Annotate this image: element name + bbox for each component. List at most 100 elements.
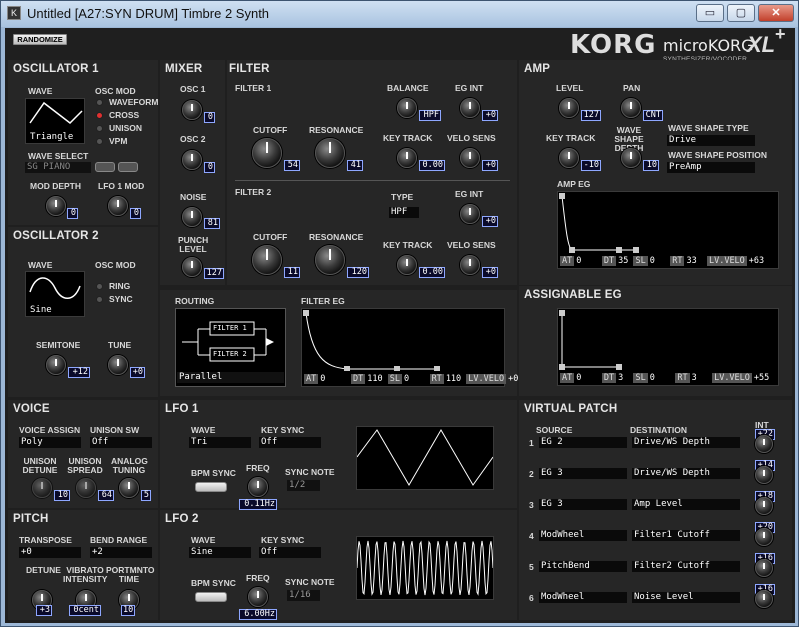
lfo1-sync-note-value[interactable]: 1/2 [287,480,320,491]
f2-resonance-knob[interactable] [315,245,345,275]
amp-level-knob[interactable] [559,98,579,118]
vp-row-int-knob[interactable] [755,497,773,515]
lfo1-mod-knob[interactable] [108,196,128,216]
osc1-mod-unison-label: UNISON [109,123,143,133]
semitone-knob[interactable] [46,355,66,375]
osc1-mod-cross-radio[interactable] [96,112,103,119]
osc2-wave-display[interactable]: Sine [25,271,85,317]
filter-eg-sl: 0 [403,374,410,384]
vp-row-source[interactable]: PitchBend [539,561,627,572]
osc2-mod-sync-radio[interactable] [96,296,103,303]
ws-depth-knob[interactable] [621,148,641,168]
lfo1-wave-value[interactable]: Tri [189,437,251,448]
vp-row-destination[interactable]: Drive/WS Depth [632,468,740,479]
tune-knob[interactable] [108,355,128,375]
vp-row-destination[interactable]: Filter2 Cutoff [632,561,740,572]
f1-velo-knob[interactable] [460,148,480,168]
osc2-mod-ring-radio[interactable] [96,283,103,290]
routing-mode[interactable]: Parallel [177,372,284,383]
filter-title: FILTER [229,63,270,75]
mixer-noise-knob[interactable] [182,207,202,227]
lfo2-bpm-sync-button[interactable] [195,592,227,602]
f2-velo-knob[interactable] [460,255,480,275]
transpose-value[interactable]: +0 [19,547,81,558]
balance-knob[interactable] [397,98,417,118]
assign-eg-lvvelo: +55 [753,373,770,383]
osc2-osc-mod-label: OSC MOD [95,260,136,270]
maximize-button[interactable]: ▢ [727,4,755,22]
vp-row-source[interactable]: EG 3 [539,499,627,510]
analog-tuning-knob[interactable] [119,478,139,498]
lfo1-freq-knob[interactable] [248,477,268,497]
unison-detune-value: 10 [54,490,70,501]
lfo2-wave-value[interactable]: Sine [189,547,251,558]
f2-cutoff-knob[interactable] [252,245,282,275]
minimize-button[interactable]: ▭ [696,4,724,22]
wave-select-prev-button[interactable] [95,162,115,172]
mixer-osc1-knob[interactable] [182,100,202,120]
ws-type-value[interactable]: Drive [667,135,755,146]
voice-assign-value[interactable]: Poly [19,437,81,448]
osc2-wave-label: WAVE [28,260,53,270]
filter-eg-at: 0 [320,374,326,384]
vp-row-int-knob[interactable] [755,466,773,484]
vp-row-source[interactable]: ModWheel [539,592,627,603]
randomize-button[interactable]: RANDOMIZE [13,34,67,45]
bend-range-value[interactable]: +2 [90,547,152,558]
vp-row-destination[interactable]: Noise Level [632,592,740,603]
pan-knob[interactable] [621,98,641,118]
osc1-mod-waveform-radio[interactable] [96,99,103,106]
lfo2-keysync-value[interactable]: Off [259,547,321,558]
f1-cutoff-knob[interactable] [252,138,282,168]
unison-sw-label: UNISON SW [90,425,140,435]
close-button[interactable]: ✕ [758,4,794,22]
f2-type-value[interactable]: HPF [389,207,419,218]
amp-keytrack-knob[interactable] [559,148,579,168]
routing-panel: ROUTING FILTER 1 FILTER 2 Parallel FILTE… [160,290,518,396]
filter2-label: FILTER 2 [235,187,272,197]
mixer-noise-value: 81 [204,218,220,229]
vp-row-int-knob[interactable] [755,435,773,453]
f1-resonance-knob[interactable] [315,138,345,168]
wave-select-label: WAVE SELECT [28,151,89,161]
routing-display[interactable]: FILTER 1 FILTER 2 Parallel [175,308,286,387]
punch-level-knob[interactable] [182,257,202,277]
osc1-mod-unison-radio[interactable] [96,125,103,132]
lfo1-mod-label: LFO 1 MOD [98,181,145,191]
vp-row-source[interactable]: EG 2 [539,437,627,448]
filter-eg-display[interactable]: AT 0 DT 110 SL 0 RT 110 LV.VELO +0 [301,308,518,387]
f2-egint-value: +0 [482,216,498,227]
f2-egint-knob[interactable] [460,204,480,224]
wave-select-value[interactable]: SG PIANO [25,162,91,173]
vp-row-destination[interactable]: Drive/WS Depth [632,437,740,448]
vp-row-source[interactable]: EG 3 [539,468,627,479]
lfo1-title: LFO 1 [165,403,199,415]
lfo2-sync-note-value[interactable]: 1/16 [287,590,320,601]
mod-depth-knob[interactable] [46,196,66,216]
vp-row-destination[interactable]: Amp Level [632,499,740,510]
osc1-mod-vpm-radio[interactable] [96,138,103,145]
vp-row-source[interactable]: ModWheel [539,530,627,541]
unison-spread-knob[interactable] [76,478,96,498]
unison-sw-value[interactable]: Off [90,437,152,448]
lfo1-keysync-value[interactable]: Off [259,437,321,448]
f2-velo-label: VELO SENS [447,240,496,250]
transpose-label: TRANSPOSE [19,535,72,545]
vp-row-int-knob[interactable] [755,559,773,577]
amp-eg-display[interactable]: AT 0 DT 35 SL 0 RT 33 LV.VELO +63 [557,191,779,269]
unison-detune-knob[interactable] [32,478,52,498]
f1-egint-knob[interactable] [460,98,480,118]
f1-keytrack-knob[interactable] [397,148,417,168]
wave-select-next-button[interactable] [118,162,138,172]
vp-row-destination[interactable]: Filter1 Cutoff [632,530,740,541]
vp-row-int-knob[interactable] [755,590,773,608]
ws-position-value[interactable]: PreAmp [667,162,755,173]
assignable-eg-display[interactable]: AT 0 DT 3 SL 0 RT 3 LV.VELO +55 [557,308,779,386]
mixer-osc2-knob[interactable] [182,150,202,170]
osc1-wave-display[interactable]: Triangle [25,98,85,144]
lfo2-freq-knob[interactable] [248,587,268,607]
vp-row-int-knob[interactable] [755,528,773,546]
title-bar[interactable]: K Untitled [A27:SYN DRUM] Timbre 2 Synth… [1,1,798,27]
f2-keytrack-knob[interactable] [397,255,417,275]
lfo1-bpm-sync-button[interactable] [195,482,227,492]
